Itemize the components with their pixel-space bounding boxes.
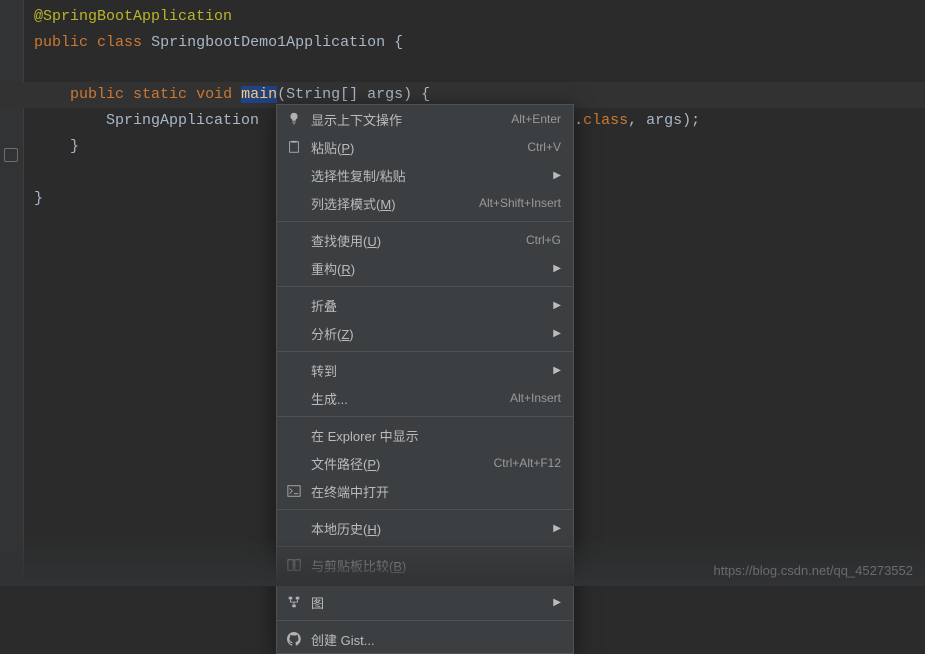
menu-shortcut: Ctrl+Alt+F12 — [494, 456, 561, 470]
menu-icon-empty — [285, 195, 303, 211]
menu-label: 查找使用(U) — [311, 231, 526, 250]
menu-separator — [277, 509, 573, 510]
params: (String[] args) { — [277, 86, 430, 103]
menu-icon-empty — [285, 260, 303, 276]
menu-item-8[interactable]: 转到 ▶ — [277, 356, 573, 384]
menu-icon-empty — [285, 455, 303, 471]
blank-line — [0, 56, 925, 82]
menu-item-7[interactable]: 分析(Z) ▶ — [277, 319, 573, 347]
dot: . — [574, 112, 583, 129]
menu-icon-empty — [285, 325, 303, 341]
menu-separator — [277, 221, 573, 222]
menu-icon-empty — [285, 232, 303, 248]
menu-label: 列选择模式(M) — [311, 194, 479, 213]
menu-icon-empty — [285, 427, 303, 443]
menu-icon-empty — [285, 520, 303, 536]
paste-icon — [285, 139, 303, 155]
keyword-public: public — [34, 34, 88, 51]
args-rest: , args); — [628, 112, 700, 129]
menu-item-2[interactable]: 选择性复制/粘贴 ▶ — [277, 161, 573, 189]
menu-label: 本地历史(H) — [311, 519, 545, 538]
terminal-icon — [285, 483, 303, 499]
menu-label: 显示上下文操作 — [311, 110, 511, 129]
menu-label: 折叠 — [311, 296, 545, 315]
submenu-arrow-icon: ▶ — [553, 523, 561, 534]
menu-item-5[interactable]: 重构(R) ▶ — [277, 254, 573, 282]
menu-item-3[interactable]: 列选择模式(M)Alt+Shift+Insert — [277, 189, 573, 217]
brace-open: { — [394, 34, 403, 51]
keyword-class: class — [583, 112, 628, 129]
menu-icon-empty — [285, 362, 303, 378]
menu-item-15[interactable]: 图▶ — [277, 588, 573, 616]
watermark-text: https://blog.csdn.net/qq_45273552 — [714, 563, 914, 578]
menu-label: 在 Explorer 中显示 — [311, 426, 561, 445]
menu-label: 选择性复制/粘贴 — [311, 166, 545, 185]
submenu-arrow-icon: ▶ — [553, 365, 561, 376]
menu-separator — [277, 351, 573, 352]
menu-label: 转到 — [311, 361, 545, 380]
diagram-icon — [285, 594, 303, 610]
menu-icon-empty — [285, 297, 303, 313]
menu-shortcut: Alt+Enter — [511, 112, 561, 126]
menu-label: 生成... — [311, 389, 510, 408]
menu-item-10[interactable]: 在 Explorer 中显示 — [277, 421, 573, 449]
submenu-arrow-icon: ▶ — [553, 170, 561, 181]
menu-label: 创建 Gist... — [311, 630, 561, 649]
menu-item-6[interactable]: 折叠 ▶ — [277, 291, 573, 319]
menu-icon-empty — [285, 390, 303, 406]
submenu-arrow-icon: ▶ — [553, 328, 561, 339]
menu-label: 在终端中打开 — [311, 482, 561, 501]
menu-separator — [277, 620, 573, 621]
menu-item-12[interactable]: 在终端中打开 — [277, 477, 573, 505]
submenu-arrow-icon: ▶ — [553, 263, 561, 274]
menu-shortcut: Ctrl+V — [527, 140, 561, 154]
github-icon — [285, 631, 303, 647]
menu-shortcut: Alt+Shift+Insert — [479, 196, 561, 210]
call-expression: SpringApplication — [106, 112, 259, 129]
submenu-arrow-icon: ▶ — [553, 300, 561, 311]
submenu-arrow-icon: ▶ — [553, 597, 561, 608]
menu-item-0[interactable]: 显示上下文操作Alt+Enter — [277, 105, 573, 133]
keyword-class: class — [97, 34, 142, 51]
menu-shortcut: Alt+Insert — [510, 391, 561, 405]
brace-close: } — [34, 190, 43, 207]
menu-item-4[interactable]: 查找使用(U)Ctrl+G — [277, 226, 573, 254]
menu-separator — [277, 416, 573, 417]
menu-item-11[interactable]: 文件路径(P)Ctrl+Alt+F12 — [277, 449, 573, 477]
menu-item-9[interactable]: 生成...Alt+Insert — [277, 384, 573, 412]
menu-label: 分析(Z) — [311, 324, 545, 343]
menu-label: 图 — [311, 593, 545, 612]
keyword-void: void — [196, 86, 232, 103]
method-main: main — [241, 86, 277, 103]
menu-label: 重构(R) — [311, 259, 545, 278]
menu-label: 文件路径(P) — [311, 454, 494, 473]
annotation-token: @SpringBootApplication — [34, 8, 232, 25]
menu-separator — [277, 286, 573, 287]
bulb-icon — [285, 111, 303, 127]
class-name: SpringbootDemo1Application — [151, 34, 385, 51]
keyword-static: static — [133, 86, 187, 103]
keyword-public: public — [70, 86, 124, 103]
menu-shortcut: Ctrl+G — [526, 233, 561, 247]
menu-label: 粘贴(P) — [311, 138, 527, 157]
brace-close: } — [70, 138, 79, 155]
menu-icon-empty — [285, 167, 303, 183]
bottom-gradient — [0, 536, 925, 586]
menu-item-1[interactable]: 粘贴(P)Ctrl+V — [277, 133, 573, 161]
menu-item-16[interactable]: 创建 Gist... — [277, 625, 573, 653]
